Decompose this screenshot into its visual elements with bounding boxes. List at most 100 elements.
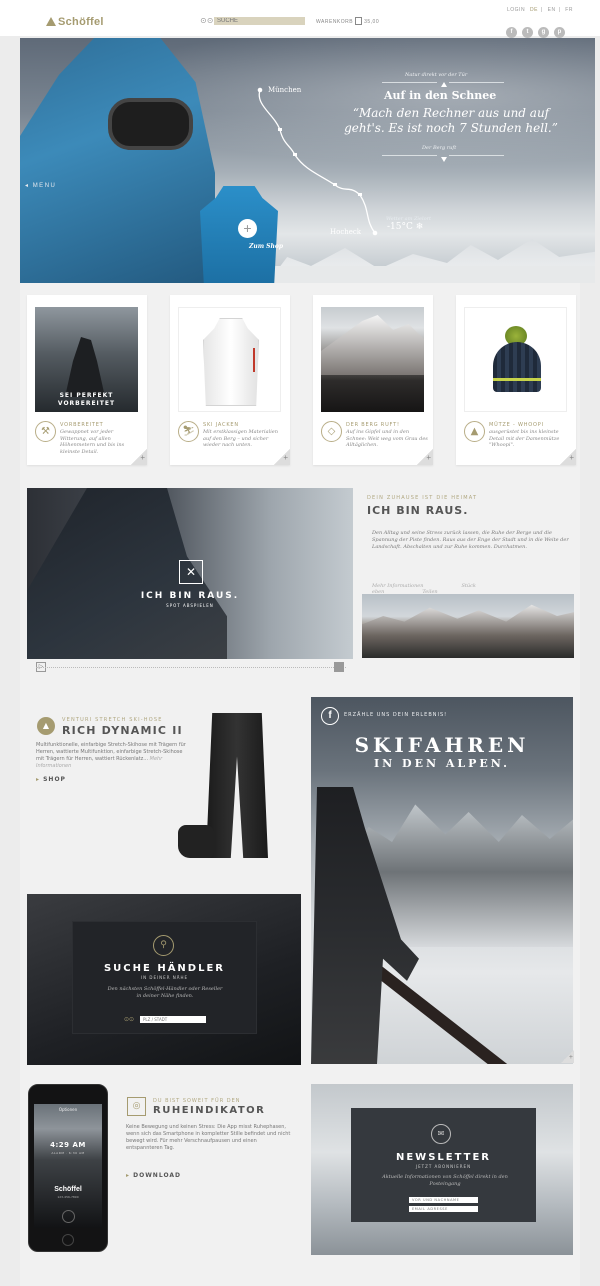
card-text: ausgerüstet bis ins kleinste Detail mit … bbox=[489, 429, 560, 448]
heimat-text: Den Alltag und seine Stress zurück lasse… bbox=[372, 530, 569, 550]
download-link[interactable]: ▸ DOWNLOAD bbox=[126, 1172, 181, 1179]
newsletter-email-input[interactable] bbox=[409, 1206, 478, 1212]
brand-name: Schöffel bbox=[58, 16, 104, 28]
card-image: SEI PERFEKT VORBEREITET bbox=[35, 307, 138, 412]
binoculars-icon: ⊙⊙ bbox=[124, 1016, 135, 1023]
lang-en-link[interactable]: EN bbox=[548, 7, 556, 13]
arrow-right-icon: ▸ bbox=[36, 776, 41, 783]
menu-toggle[interactable]: ◂ MENU bbox=[25, 182, 56, 189]
glove-image bbox=[178, 825, 214, 858]
mountain-icon: ◇ bbox=[321, 421, 342, 442]
product-kicker: VENTURI STRETCH SKI-HOSE bbox=[62, 717, 163, 723]
newsletter-text: Aktuelle Informationen von Schöffel dire… bbox=[382, 1174, 508, 1187]
divider bbox=[449, 155, 504, 156]
video-title: ICH BIN RAUS. bbox=[140, 591, 240, 601]
phone-alarm: ALARM · 6:30 AM bbox=[51, 1151, 85, 1155]
logo-mark-icon bbox=[46, 17, 56, 26]
hiker-figure bbox=[65, 337, 105, 397]
play-icon[interactable]: ✕ bbox=[179, 560, 203, 584]
dealer-title: SUCHE HÄNDLER bbox=[103, 963, 226, 974]
zum-shop-button[interactable]: + bbox=[238, 219, 257, 238]
product-card-skijacken[interactable]: ⛷ SKI JACKEN Mit erstklassigen Materiali… bbox=[170, 295, 290, 465]
phone-home-button bbox=[62, 1234, 74, 1246]
card-more-button[interactable]: + bbox=[131, 449, 147, 465]
ski-subtitle: IN DEN ALPEN. bbox=[374, 757, 510, 770]
card-more-button[interactable]: + bbox=[560, 449, 576, 465]
card-title: VORBEREITET bbox=[60, 422, 104, 428]
zum-shop-label[interactable]: Zum Shop bbox=[249, 243, 283, 250]
lang-fr-link[interactable]: FR bbox=[565, 7, 573, 13]
hero-kicker: Natur direkt vor der Tür bbox=[405, 72, 468, 78]
ski-more-button[interactable]: + bbox=[561, 1050, 574, 1063]
cart-icon[interactable] bbox=[355, 17, 363, 25]
tool-icon: ⚒ bbox=[35, 421, 56, 442]
heimat-mountains bbox=[362, 604, 574, 658]
newsletter-subtitle: JETZT ABONNIEREN bbox=[415, 1164, 472, 1169]
card-title: DER BERG RUFT! bbox=[346, 422, 400, 428]
ruhe-kicker: DU BIST SOWEIT FÜR DEN bbox=[153, 1098, 241, 1104]
video-fullscreen-icon[interactable] bbox=[334, 662, 344, 672]
mountain-icon: ▲ bbox=[37, 717, 55, 735]
dealer-search-input[interactable] bbox=[140, 1016, 206, 1023]
dealer-text: Den nächsten Schöffel-Händler oder Resel… bbox=[107, 986, 223, 999]
mountain-image bbox=[321, 315, 424, 375]
route-end-label: Hocheck bbox=[330, 228, 362, 236]
search-input[interactable] bbox=[214, 17, 305, 25]
video-scrubber[interactable] bbox=[36, 667, 346, 668]
twitter-icon[interactable]: t bbox=[522, 27, 533, 38]
facebook-icon[interactable]: f bbox=[506, 27, 517, 38]
mountain-icon: ▲ bbox=[464, 421, 485, 442]
camera-icon: ◎ bbox=[127, 1097, 146, 1116]
card-image bbox=[178, 307, 281, 412]
goggles-image bbox=[108, 98, 193, 150]
hero-quote: “Mach den Rechner aus und auf geht's. Es… bbox=[344, 106, 558, 135]
snowflake-icon: ❄ bbox=[415, 222, 424, 232]
newsletter-name-input[interactable] bbox=[409, 1197, 478, 1203]
lang-de-link[interactable]: DE bbox=[530, 7, 538, 13]
product-text: Multifunktionelle, einfarbige Stretch-Sk… bbox=[36, 742, 186, 769]
product-card-bergruft[interactable]: ◇ DER BERG RUFT! Auf ins Gipfel und in d… bbox=[313, 295, 433, 465]
envelope-icon: ✉ bbox=[431, 1124, 451, 1144]
login-link[interactable]: LOGIN bbox=[507, 7, 525, 13]
jacket-stripe bbox=[253, 348, 255, 372]
scroll-down-icon[interactable] bbox=[441, 157, 447, 162]
beanie-image bbox=[493, 342, 541, 392]
card-text: Mit erstklassigen Materialien auf den Be… bbox=[203, 429, 278, 448]
cart-label: WARENKORB bbox=[316, 19, 354, 25]
search-icon[interactable]: ⊙⊙ bbox=[200, 17, 213, 25]
phone-brand: Schöffel bbox=[54, 1186, 82, 1193]
card-title: SKI JACKEN bbox=[203, 422, 239, 428]
phone-time: 4:29 AM bbox=[50, 1141, 86, 1149]
divider bbox=[382, 82, 437, 83]
jacket-image bbox=[203, 318, 259, 406]
product-title: RICH DYNAMIC II bbox=[62, 724, 183, 737]
video-subtitle[interactable]: SPOT ABSPIELEN bbox=[27, 603, 353, 608]
cart[interactable]: WARENKORB 35,00 bbox=[316, 17, 379, 26]
card-overlay: SEI PERFEKT VORBEREITET bbox=[57, 392, 116, 407]
phone-number: 123-456-7890 bbox=[57, 1195, 79, 1199]
search-bar: ⊙⊙ bbox=[200, 17, 310, 25]
arrow-right-icon: ▸ bbox=[126, 1172, 131, 1179]
plus-icon: + bbox=[243, 220, 252, 236]
pinterest-icon[interactable]: p bbox=[554, 27, 565, 38]
product-card-muetze[interactable]: ▲ MÜTZE - WHOOPI ausgerüstet bis ins kle… bbox=[456, 295, 576, 465]
hero-title: Auf in den Schnee bbox=[384, 89, 497, 102]
divider bbox=[382, 155, 437, 156]
googleplus-icon[interactable]: g bbox=[538, 27, 549, 38]
card-more-button[interactable]: + bbox=[417, 449, 433, 465]
top-links: LOGIN DE | EN | FR bbox=[507, 7, 573, 13]
beanie-stripe bbox=[493, 378, 541, 381]
card-more-button[interactable]: + bbox=[274, 449, 290, 465]
scroll-up-icon[interactable] bbox=[441, 82, 447, 87]
social-links: ftgp bbox=[506, 18, 570, 38]
facebook-icon[interactable]: f bbox=[321, 707, 339, 725]
hero-subline: Der Berg ruft bbox=[422, 145, 457, 151]
shop-link[interactable]: ▸ SHOP bbox=[36, 776, 66, 783]
newsletter-title: NEWSLETTER bbox=[395, 1152, 492, 1163]
brand-logo[interactable]: Schöffel bbox=[46, 16, 104, 28]
product-card-vorbereitet[interactable]: SEI PERFEKT VORBEREITET ⚒ VORBEREITET Gew… bbox=[27, 295, 147, 465]
card-image bbox=[321, 307, 424, 412]
ski-kicker: ERZÄHLE UNS DEIN ERLEBNIS! bbox=[344, 712, 448, 718]
ruhe-title: RUHEINDIKATOR bbox=[153, 1105, 266, 1116]
divider bbox=[449, 82, 504, 83]
